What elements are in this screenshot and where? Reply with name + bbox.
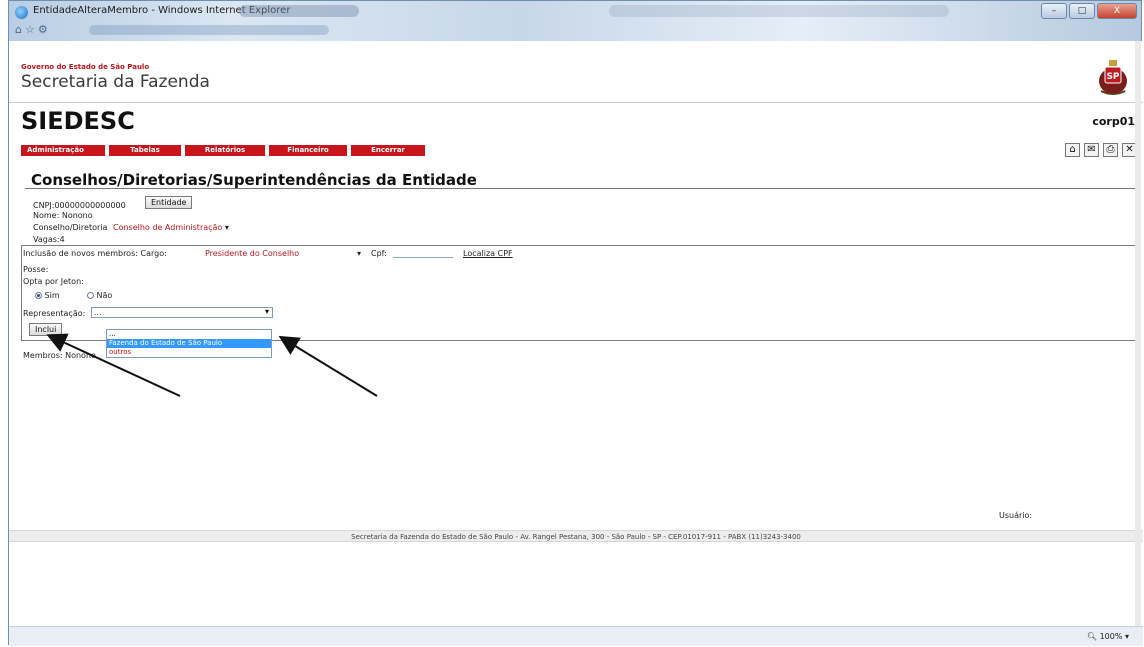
zoom-level: 100% — [1099, 632, 1123, 641]
menu-encerrar[interactable]: Encerrar — [351, 145, 425, 156]
home-icon[interactable]: ⌂ — [1065, 143, 1080, 157]
footer-bar: Secretaria da Fazenda do Estado de São P… — [9, 530, 1143, 542]
mail-icon[interactable]: ✉ — [1084, 143, 1099, 157]
chevron-down-icon: ▾ — [357, 249, 362, 258]
menu-relatorios[interactable]: Relatórios — [185, 145, 265, 156]
representacao-label: Representação: — [23, 309, 86, 318]
localiza-cpf-link[interactable]: Localiza CPF — [463, 249, 513, 258]
blurred-tab — [239, 5, 359, 17]
svg-text:SP: SP — [1106, 72, 1119, 82]
gov-label: Governo do Estado de São Paulo — [21, 63, 150, 71]
chevron-down-icon: ▾ — [1124, 632, 1129, 641]
blurred-area — [609, 5, 949, 17]
vertical-scrollbar[interactable] — [1135, 41, 1141, 626]
zoom-control[interactable]: 🔍︎ 100% ▾ — [1087, 632, 1129, 641]
entidade-button[interactable]: Entidade — [145, 196, 193, 209]
dropdown-option[interactable]: outros — [107, 348, 271, 357]
radio-unselected-icon — [87, 292, 94, 299]
jeton-sim-radio[interactable]: Sim — [35, 291, 60, 300]
vagas-label: Vagas:4 — [33, 235, 65, 244]
dropdown-option[interactable]: ... — [107, 330, 271, 339]
chevron-down-icon: ▾ — [264, 307, 269, 316]
dropdown-option-selected[interactable]: Fazenda do Estado de São Paulo — [107, 339, 271, 348]
page-title: Conselhos/Diretorias/Superintendências d… — [31, 171, 477, 189]
page-header: Governo do Estado de São Paulo Secretari… — [9, 41, 1143, 103]
conselho-label: Conselho/Diretoria — [33, 223, 108, 232]
membros-label: Membros: Nonono — [23, 351, 96, 360]
inclui-button[interactable]: Inclui — [29, 323, 63, 336]
conselho-value: Conselho de Administração — [113, 223, 223, 232]
nao-label: Não — [96, 291, 113, 300]
conselho-select[interactable]: Conselho de Administração ▾ — [113, 223, 229, 232]
menu-financeiro[interactable]: Financeiro — [269, 145, 347, 156]
sp-coat-of-arms-icon: SP — [1099, 60, 1127, 95]
footer-text: Secretaria da Fazenda do Estado de São P… — [351, 533, 801, 541]
zoom-icon: 🔍︎ — [1086, 632, 1098, 641]
posse-label: Posse: — [23, 265, 49, 274]
cpf-label: Cpf: — [371, 249, 387, 258]
toolbar-icons: ⌂ ✉ ⎙ ✕ — [1065, 143, 1137, 157]
representacao-select[interactable]: ... ▾ — [91, 307, 273, 318]
user-code: corp01 — [1092, 115, 1135, 128]
sim-label: Sim — [44, 291, 60, 300]
cargo-value: Presidente do Conselho — [205, 249, 300, 258]
jeton-label: Opta por Jeton: — [23, 277, 84, 286]
minimize-button[interactable]: – — [1041, 3, 1067, 19]
radio-selected-icon — [35, 292, 42, 299]
secretaria-label: Secretaria da Fazenda — [21, 72, 210, 92]
cnpj-label: CNPJ:00000000000000 — [33, 201, 126, 210]
cargo-select[interactable]: Presidente do Conselho ▾ — [205, 249, 365, 258]
maximize-button[interactable]: □ — [1069, 3, 1095, 19]
window-controls: – □ X — [1041, 3, 1137, 19]
main-menu: Administração Tabelas Relatórios Finance… — [21, 145, 425, 156]
menu-tabelas[interactable]: Tabelas — [109, 145, 181, 156]
title-divider — [25, 188, 1135, 189]
page-content: Governo do Estado de São Paulo Secretari… — [9, 41, 1143, 626]
jeton-nao-radio[interactable]: Não — [87, 291, 112, 300]
close-window-button[interactable]: X — [1097, 3, 1137, 19]
usuario-label: Usuário: — [999, 511, 1033, 520]
status-bar: 🔍︎ 100% ▾ — [9, 626, 1143, 646]
browser-toolbar-icons[interactable]: ⌂☆⚙ — [15, 23, 51, 36]
print-icon[interactable]: ⎙ — [1103, 143, 1118, 157]
nome-label: Nome: Nonono — [33, 211, 93, 220]
representacao-dropdown: ... Fazenda do Estado de São Paulo outro… — [106, 329, 272, 358]
inclusao-label: Inclusão de novos membros: Cargo: — [23, 249, 167, 258]
menu-administracao[interactable]: Administração — [21, 145, 105, 156]
representacao-value: ... — [94, 308, 102, 317]
address-bar[interactable] — [89, 25, 329, 35]
inclusao-panel — [21, 245, 1137, 341]
ie-icon — [15, 6, 28, 19]
cpf-input[interactable] — [393, 247, 453, 258]
chevron-down-icon: ▾ — [224, 223, 229, 232]
title-bar: EntidadeAlteraMembro - Windows Internet … — [9, 1, 1141, 41]
browser-window: EntidadeAlteraMembro - Windows Internet … — [8, 0, 1143, 646]
app-title: SIEDESC — [21, 107, 135, 135]
